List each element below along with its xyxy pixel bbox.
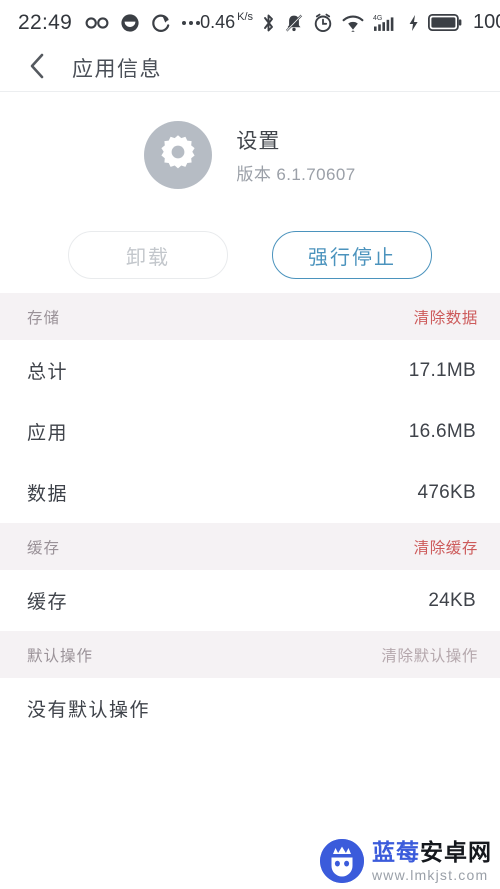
network-speed-value: 0.46 xyxy=(200,12,236,32)
force-stop-button[interactable]: 强行停止 xyxy=(272,231,432,279)
clear-data-button[interactable]: 清除数据 xyxy=(414,306,478,328)
svg-text:4G: 4G xyxy=(373,15,382,22)
table-row: 缓存 24KB xyxy=(0,570,500,631)
row-value-total: 17.1MB xyxy=(408,359,476,381)
app-name: 设置 xyxy=(236,129,281,153)
gear-icon xyxy=(158,132,198,177)
watermark: 蓝莓安卓网 www.lmkjst.com xyxy=(320,839,492,883)
app-icon xyxy=(144,120,213,189)
watermark-brand-blue: 蓝莓 xyxy=(372,838,420,865)
charging-bolt-icon xyxy=(408,14,419,32)
section-header-cache: 缓存 清除缓存 xyxy=(0,523,500,570)
cellular-signal-icon: 4G xyxy=(373,13,399,32)
battery-icon xyxy=(428,14,462,31)
row-label-app: 应用 xyxy=(27,423,69,444)
eye-icon xyxy=(120,13,140,33)
network-speed-indicator: 0.46 K/s xyxy=(200,11,254,33)
row-value-data: 476KB xyxy=(417,481,476,503)
section-header-storage: 存储 清除数据 xyxy=(0,293,500,340)
table-row: 总计 17.1MB xyxy=(0,340,500,401)
alarm-icon xyxy=(313,13,333,33)
table-row: 没有默认操作 xyxy=(0,678,500,739)
sync-icon xyxy=(151,13,171,33)
wifi-icon xyxy=(342,14,364,32)
section-header-defaults: 默认操作 清除默认操作 xyxy=(0,631,500,678)
app-summary: 设置 版本 6.1.70607 xyxy=(0,92,500,217)
status-bar: 22:49 0.46 K/s 4G 10 xyxy=(0,0,500,45)
bluetooth-icon xyxy=(262,13,275,33)
status-left-icons xyxy=(85,13,201,33)
more-dots-icon xyxy=(182,20,201,25)
watermark-brand: 蓝莓安卓网 xyxy=(372,838,492,865)
status-right-icons: 0.46 K/s 4G 10 xyxy=(200,11,500,34)
battery-percent: 100 xyxy=(473,11,500,33)
app-text: 设置 版本 6.1.70607 xyxy=(236,125,355,185)
watermark-brand-black: 安卓网 xyxy=(420,838,492,865)
action-buttons: 卸载 强行停止 xyxy=(0,217,500,293)
page-title: 应用信息 xyxy=(72,58,162,81)
row-label-data: 数据 xyxy=(27,484,69,505)
row-label-cache: 缓存 xyxy=(27,592,69,613)
title-bar: 应用信息 xyxy=(0,45,500,92)
status-clock: 22:49 xyxy=(18,10,73,34)
row-value-app: 16.6MB xyxy=(408,420,476,442)
section-title-cache: 缓存 xyxy=(27,539,61,557)
watermark-logo-icon xyxy=(320,839,364,883)
row-label-no-defaults: 没有默认操作 xyxy=(27,700,151,721)
clear-cache-button[interactable]: 清除缓存 xyxy=(414,536,478,558)
mute-icon xyxy=(284,13,304,33)
infinity-icon xyxy=(85,16,109,30)
section-title-defaults: 默认操作 xyxy=(27,647,94,665)
chevron-left-icon xyxy=(28,53,46,84)
app-version: 版本 6.1.70607 xyxy=(236,164,356,184)
row-label-total: 总计 xyxy=(27,362,69,383)
watermark-text: 蓝莓安卓网 www.lmkjst.com xyxy=(372,838,492,883)
table-row: 应用 16.6MB xyxy=(0,401,500,462)
back-button[interactable] xyxy=(24,53,50,84)
uninstall-button[interactable]: 卸载 xyxy=(68,231,228,279)
clear-defaults-button[interactable]: 清除默认操作 xyxy=(381,644,478,666)
table-row: 数据 476KB xyxy=(0,462,500,523)
section-title-storage: 存储 xyxy=(27,309,61,327)
watermark-url: www.lmkjst.com xyxy=(372,866,489,883)
row-value-cache: 24KB xyxy=(428,589,476,611)
network-speed-unit: K/s xyxy=(237,11,254,23)
